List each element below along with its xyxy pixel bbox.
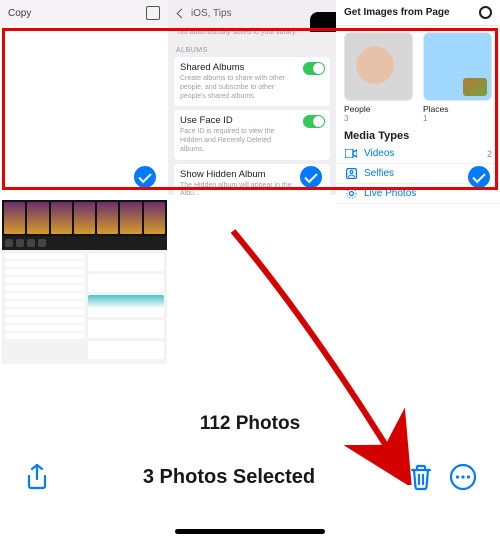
thumb4-settings-body (2, 250, 167, 360)
thumb3-header: Get Images from Page (336, 0, 500, 26)
delete-button[interactable] (406, 462, 436, 492)
breadcrumb-label: iOS, Tips (191, 8, 232, 19)
selection-thumbnails-row: Copy iOS, Tips not automatically saved t… (0, 0, 500, 195)
home-indicator[interactable] (175, 529, 325, 534)
album-people: People 3 (344, 32, 413, 123)
photo-count-label: 112 Photos (0, 413, 500, 435)
selection-checkmark-icon[interactable] (298, 164, 324, 190)
setting-face-id: Use Face ID Face ID is required to view … (174, 110, 330, 159)
bottom-toolbar: 3 Photos Selected (0, 447, 500, 507)
shortcut-title: Get Images from Page (344, 7, 450, 18)
toggle-on-icon (303, 115, 325, 128)
thumb2-breadcrumb: iOS, Tips (174, 0, 330, 26)
albums-section-label: ALBUMS (176, 47, 330, 54)
selfie-icon (344, 168, 358, 179)
setting-shared-albums: Shared Albums Create albums to share wit… (174, 57, 330, 106)
copy-icon (146, 6, 160, 20)
album-count: 1 (423, 114, 492, 123)
live-photo-icon (344, 188, 358, 199)
media-type-videos: Videos 2 (336, 144, 500, 164)
people-thumb (344, 32, 413, 101)
places-thumb (423, 32, 492, 101)
album-count: 3 (344, 114, 413, 123)
selection-count-label: 3 Photos Selected (52, 466, 406, 489)
setting-desc: Face ID is required to view the Hidden a… (180, 128, 324, 154)
annotation-arrow (215, 225, 425, 485)
chevron-left-icon (177, 8, 187, 18)
album-label: Places (423, 104, 492, 114)
media-type-count: 2 (487, 149, 492, 159)
share-icon (25, 463, 49, 491)
thumb4-tab-bar (2, 236, 167, 250)
media-types-label: Media Types (336, 125, 500, 144)
media-type-text: Videos (364, 148, 487, 159)
thumbnail-4[interactable] (2, 200, 167, 364)
toggle-on-icon (303, 62, 325, 75)
thumb2-top-desc: not automatically saved to your library. (174, 26, 330, 41)
more-button[interactable] (448, 462, 478, 492)
selection-checkmark-icon[interactable] (132, 164, 158, 190)
album-places: Places 1 (423, 32, 492, 123)
thumb4-album-art-row (2, 200, 167, 236)
setting-desc: Create albums to share with other people… (180, 75, 324, 101)
video-icon (344, 149, 358, 158)
media-type-text: Live Photos (364, 188, 492, 199)
selection-checkmark-icon[interactable] (466, 164, 492, 190)
gear-icon (479, 6, 492, 19)
album-label: People (344, 104, 413, 114)
albums-row: People 3 Places 1 (336, 26, 500, 125)
trash-icon (409, 463, 433, 491)
share-button[interactable] (22, 462, 52, 492)
more-icon (449, 463, 477, 491)
copy-action-label: Copy (8, 8, 31, 19)
thumb1-sharesheet-header: Copy (0, 0, 168, 26)
